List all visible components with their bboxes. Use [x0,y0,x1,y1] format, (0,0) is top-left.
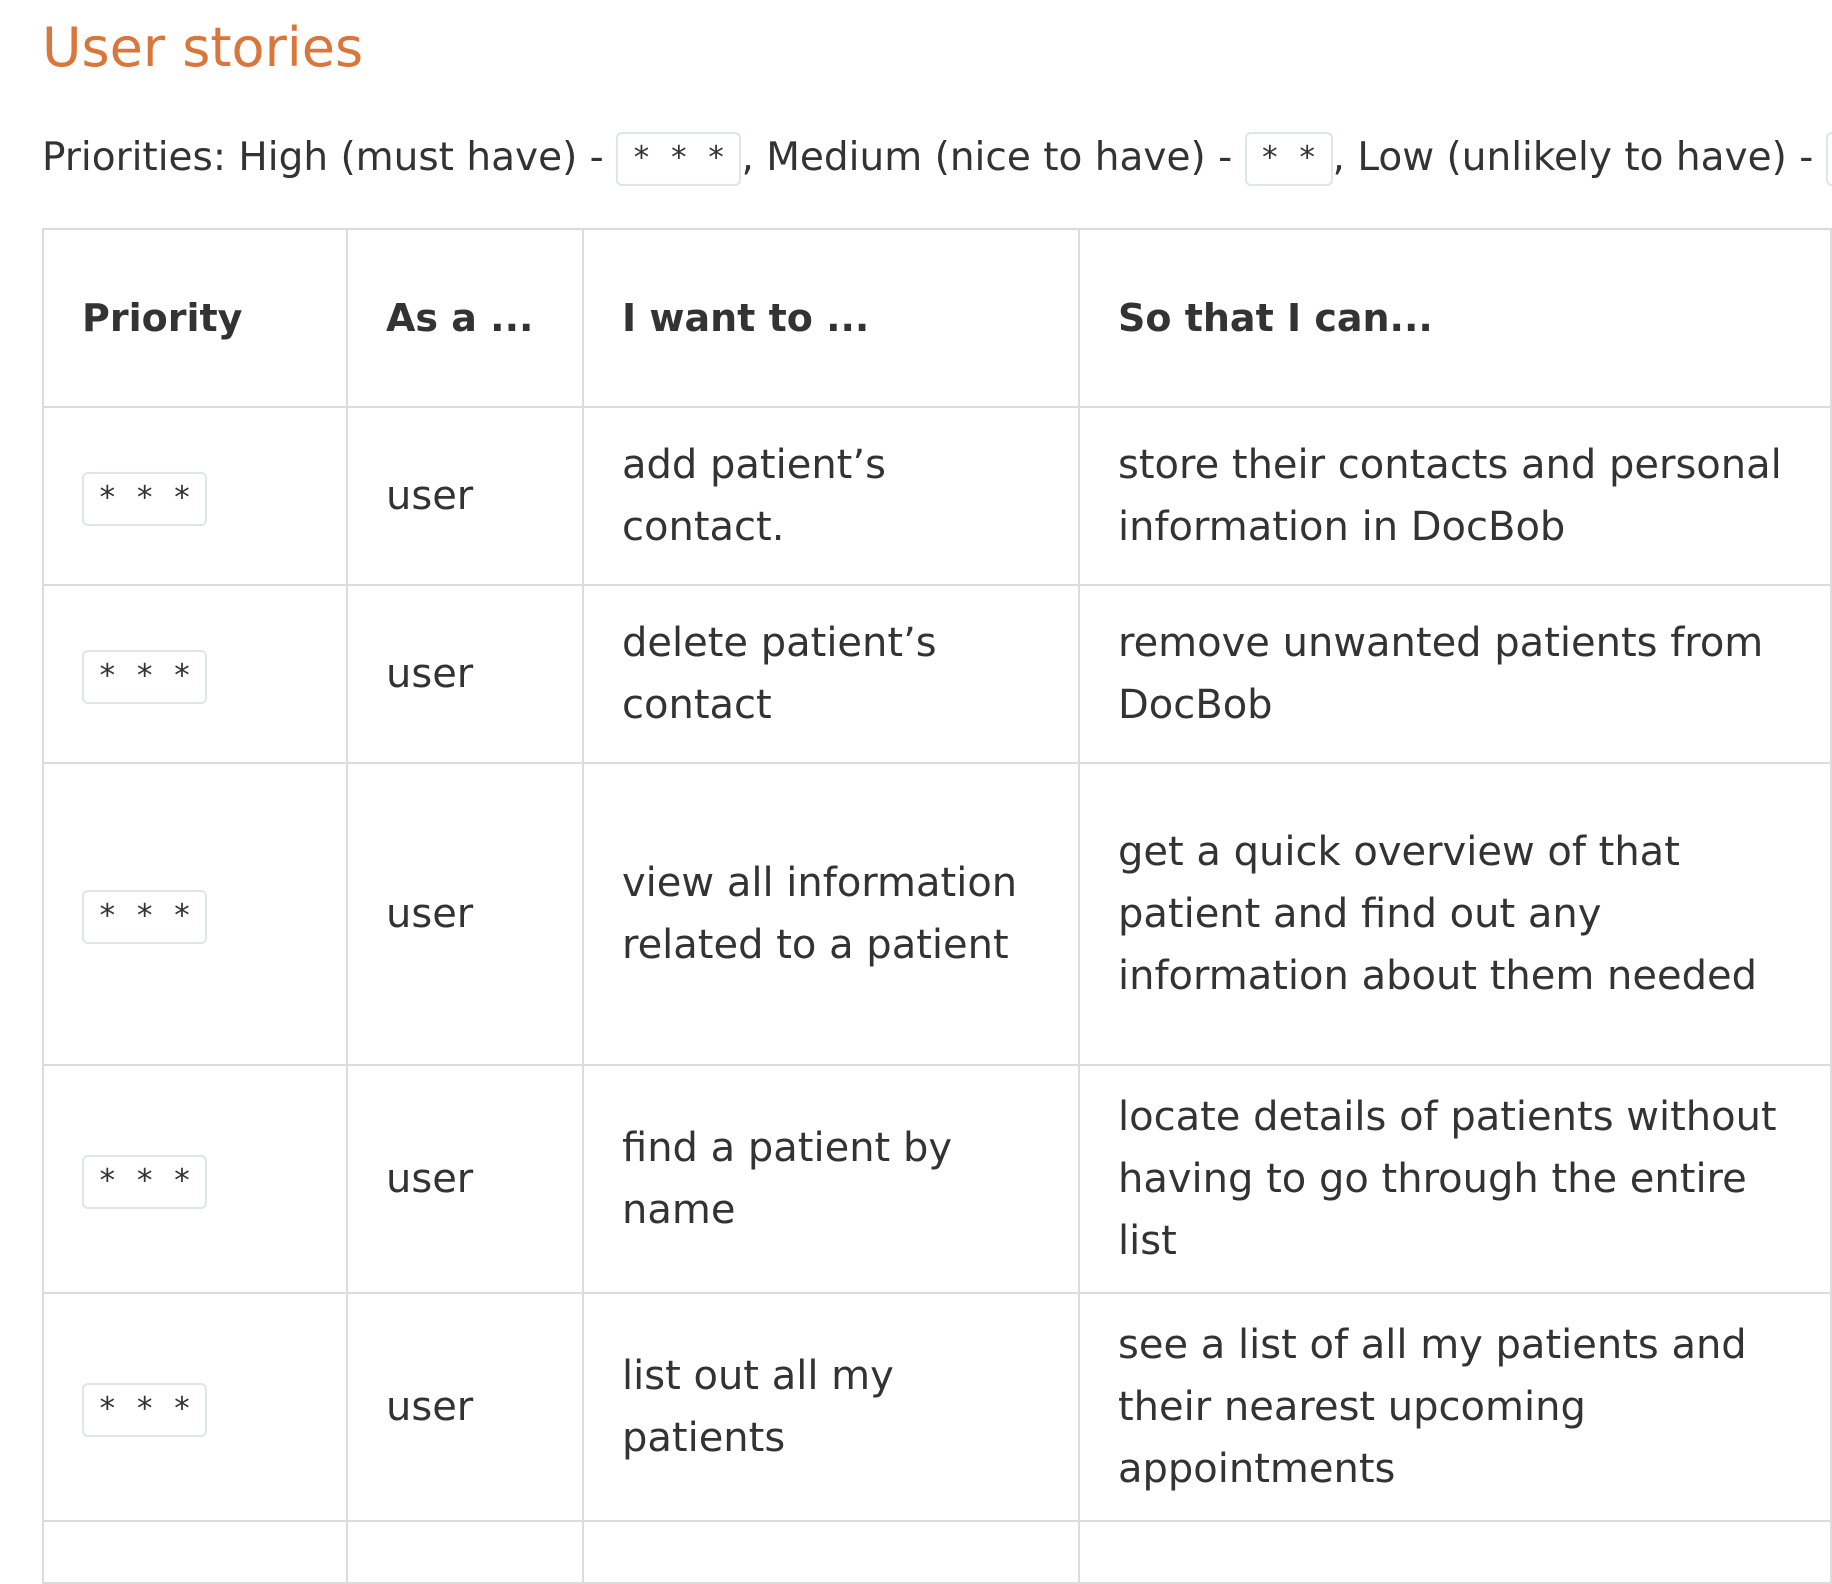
benefit-cell: remove unwanted patients from DocBob [1078,584,1832,764]
table-row: * * * user add patient’s contact. store … [42,406,1832,586]
empty-cell [42,1520,348,1584]
medium-priority-code: * * [1244,132,1333,186]
high-priority-code: * * * [616,132,742,186]
low-priority-code: * [1825,132,1832,186]
table-header-row: Priority As a ... I want to ... So that … [42,228,1832,408]
want-cell: delete patient’s contact [582,584,1080,764]
priorities-sep-low: , Low (unlikely to have) - [1332,135,1826,180]
role-cell: user [346,584,584,764]
role-cell: user [346,406,584,586]
benefit-cell: see a list of all my patients and their … [1078,1292,1832,1522]
role-cell: user [346,762,584,1066]
priorities-sep-medium: , Medium (nice to have) - [741,135,1245,180]
benefit-cell: store their contacts and personal inform… [1078,406,1832,586]
priorities-prefix: Priorities: High (must have) - [42,135,617,180]
want-cell: list out all my patients [582,1292,1080,1522]
priority-stars: * * * [82,471,208,526]
header-so-that: So that I can... [1078,228,1832,408]
priority-stars: * * * [82,1154,208,1209]
empty-cell [346,1520,584,1584]
want-cell: view all information related to a patien… [582,762,1080,1066]
empty-cell [1078,1520,1832,1584]
header-priority: Priority [42,228,348,408]
benefit-cell: locate details of patients without havin… [1078,1064,1832,1294]
table-row-partial [42,1520,1832,1584]
priority-cell: * * * [42,406,348,586]
priority-cell: * * * [42,584,348,764]
role-cell: user [346,1064,584,1294]
table-row: * * * user delete patient’s contact remo… [42,584,1832,764]
want-cell: add patient’s contact. [582,406,1080,586]
priority-stars: * * * [82,649,208,704]
table-row: * * * user list out all my patients see … [42,1292,1832,1522]
priority-cell: * * * [42,1292,348,1522]
section-heading: User stories [42,16,364,79]
priorities-legend: Priorities: High (must have) - * * *, Me… [42,130,1832,188]
want-cell: find a patient by name [582,1064,1080,1294]
priority-cell: * * * [42,762,348,1066]
priority-stars: * * * [82,1382,208,1437]
benefit-cell: get a quick overview of that patient and… [1078,762,1832,1066]
role-cell: user [346,1292,584,1522]
user-stories-table: Priority As a ... I want to ... So that … [42,228,1832,1584]
header-as-a: As a ... [346,228,584,408]
priority-cell: * * * [42,1064,348,1294]
table-row: * * * user view all information related … [42,762,1832,1066]
priority-stars: * * * [82,889,208,944]
header-i-want-to: I want to ... [582,228,1080,408]
table-row: * * * user find a patient by name locate… [42,1064,1832,1294]
empty-cell [582,1520,1080,1584]
